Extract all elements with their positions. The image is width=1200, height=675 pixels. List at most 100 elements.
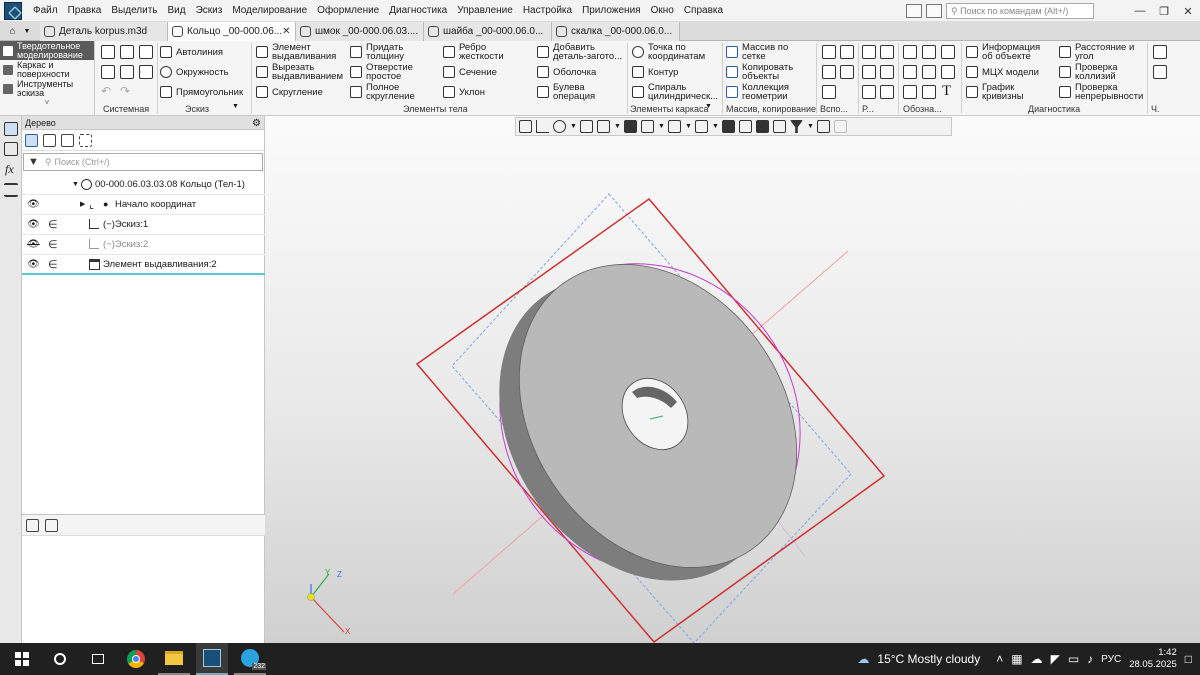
leader-icon[interactable] [922,65,936,79]
tree-panel-icon[interactable] [4,122,18,136]
extrude-button[interactable]: Элемент выдавливания [256,42,347,62]
tab-detail-korpus[interactable]: Деталь korpus.m3d [40,22,168,41]
tree-select-icon[interactable] [79,133,92,147]
search-icon[interactable] [44,643,76,675]
chevron-up-icon[interactable]: ˄ [996,652,1003,666]
variables-icon[interactable]: fx [5,162,16,177]
chevron-down-icon[interactable]: ▼ [24,28,31,35]
menu-management[interactable]: Управление [452,0,518,22]
thicken-button[interactable]: Придать толщину [350,42,426,62]
layers-icon[interactable] [4,183,18,197]
new-document-icon[interactable] [101,45,115,59]
tolerance-icon[interactable] [941,65,955,79]
chevron-down-icon[interactable]: ▼ [685,120,692,133]
network-icon[interactable]: ▦ [1011,652,1022,666]
distance-angle-button[interactable]: Расстояние и угол [1059,42,1145,62]
zoom-icon[interactable] [553,120,566,133]
base-icon[interactable] [922,85,936,99]
screenshot-icon[interactable] [926,4,942,18]
object-info-button[interactable]: Информация об объекте [966,42,1048,62]
measure-icon[interactable] [862,45,876,59]
menu-sketch[interactable]: Эскиз [191,0,228,22]
menu-view[interactable]: Вид [163,0,191,22]
redo-icon[interactable]: ↷ [120,84,130,98]
shaded-view-icon[interactable] [624,120,637,133]
point-aux-icon[interactable] [822,85,836,99]
document-tab-icon[interactable] [45,518,58,532]
open-file-icon[interactable] [139,45,153,59]
geometry-collection-button[interactable]: Коллекция геометрии [726,82,804,102]
rib-button[interactable]: Ребро жесткости [443,42,514,62]
filter-icon[interactable]: ▼ [28,156,39,168]
structure-tab-icon[interactable] [26,518,39,532]
boolean-button[interactable]: Булева операция [537,82,631,102]
circle-button[interactable]: Окружность [160,62,243,82]
orientation-icon[interactable] [536,120,549,133]
lcs-icon[interactable] [840,65,854,79]
fillet-button[interactable]: Скругление [256,82,347,102]
weather-icon[interactable]: ☁ [857,652,869,666]
chevron-down-icon[interactable]: ▼ [705,103,712,110]
hide-icon[interactable] [668,120,681,133]
close-tab-icon[interactable]: ✕ [282,26,290,37]
language-indicator[interactable]: РУС [1101,654,1121,665]
pattern-icon[interactable] [862,85,876,99]
eye-hidden-icon[interactable]: 👁 [27,239,40,250]
tree-item-sketch-2[interactable]: 👁 ∈ (−)Эскиз:2 [22,234,265,254]
volume-icon[interactable]: ♪ [1087,652,1093,666]
print-icon[interactable] [120,65,134,79]
pan-icon[interactable] [580,120,593,133]
rectangle-button[interactable]: Прямоугольник [160,82,243,102]
drawing-icon[interactable] [1153,45,1167,59]
open-folder-icon[interactable] [120,45,134,59]
tree-filter-icon[interactable] [61,133,74,147]
add-blank-button[interactable]: Добавить деталь-загото... [537,42,631,62]
home-tab[interactable]: ⌂ ▼ [0,22,40,41]
spiral-button[interactable]: Спираль цилиндрическ... [632,82,720,102]
continuity-check-button[interactable]: Проверка непрерывности [1059,82,1145,102]
autoline-button[interactable]: Автолиния [160,42,243,62]
clock[interactable]: 1:42 28.05.2025 [1129,647,1177,671]
include-icon[interactable]: ∈ [48,218,58,231]
select-filter-icon[interactable] [817,120,830,133]
expand-icon[interactable]: ▼ [72,181,79,188]
cut-extrude-button[interactable]: Вырезать выдавливанием [256,62,347,82]
tree-item-extrude-2[interactable]: 👁 ∈ Элемент выдавливания:2 [22,254,265,274]
copy-objects-button[interactable]: Копировать объекты [726,62,804,82]
kompas-app-icon[interactable] [196,643,228,675]
reference-icon[interactable] [880,65,894,79]
restore-button[interactable]: ❐ [1152,5,1176,18]
tab-koltso[interactable]: Кольцо _00-000.06... ✕ [168,22,296,41]
offset-plane-icon[interactable] [822,65,836,79]
mode-frame-surfaces[interactable]: Каркас и поверхности [0,60,94,79]
tree-item-origin[interactable]: 👁 ▶ ⌞ ● Начало координат [22,194,265,214]
mass-icon[interactable] [880,45,894,59]
command-search-input[interactable]: ⚲ Поиск по командам (Alt+/) [946,3,1094,19]
grab-icon[interactable] [519,120,532,133]
eye-icon[interactable]: 👁 [27,259,40,270]
menu-file[interactable]: Файл [28,0,63,22]
tab-shmok[interactable]: шмок _00-000.06.03.... [296,22,424,41]
spec-icon[interactable] [1153,65,1167,79]
menu-design[interactable]: Оформление [312,0,384,22]
tree-order-icon[interactable] [43,133,56,147]
chevron-down-icon[interactable]: ▼ [712,120,719,133]
menu-select[interactable]: Выделить [106,0,162,22]
windows-start-icon[interactable] [6,643,38,675]
shell-button[interactable]: Оболочка [537,62,631,82]
text-icon[interactable]: T [942,83,951,100]
dimension-icon[interactable] [903,65,917,79]
full-fillet-button[interactable]: Полное скругление [350,82,426,102]
menu-window[interactable]: Окно [646,0,679,22]
chevron-down-icon[interactable]: ▼ [570,120,577,133]
scale-icon[interactable] [880,85,894,99]
menu-settings[interactable]: Настройка [518,0,577,22]
symbol-icon[interactable] [903,85,917,99]
close-window-button[interactable]: ✕ [1176,5,1200,18]
menu-help[interactable]: Справка [679,0,728,22]
save-as-icon[interactable] [139,65,153,79]
snap-icon[interactable] [722,120,735,133]
tree-structure-icon[interactable] [25,133,38,147]
perspective-icon[interactable] [773,120,786,133]
draft-button[interactable]: Уклон [443,82,514,102]
